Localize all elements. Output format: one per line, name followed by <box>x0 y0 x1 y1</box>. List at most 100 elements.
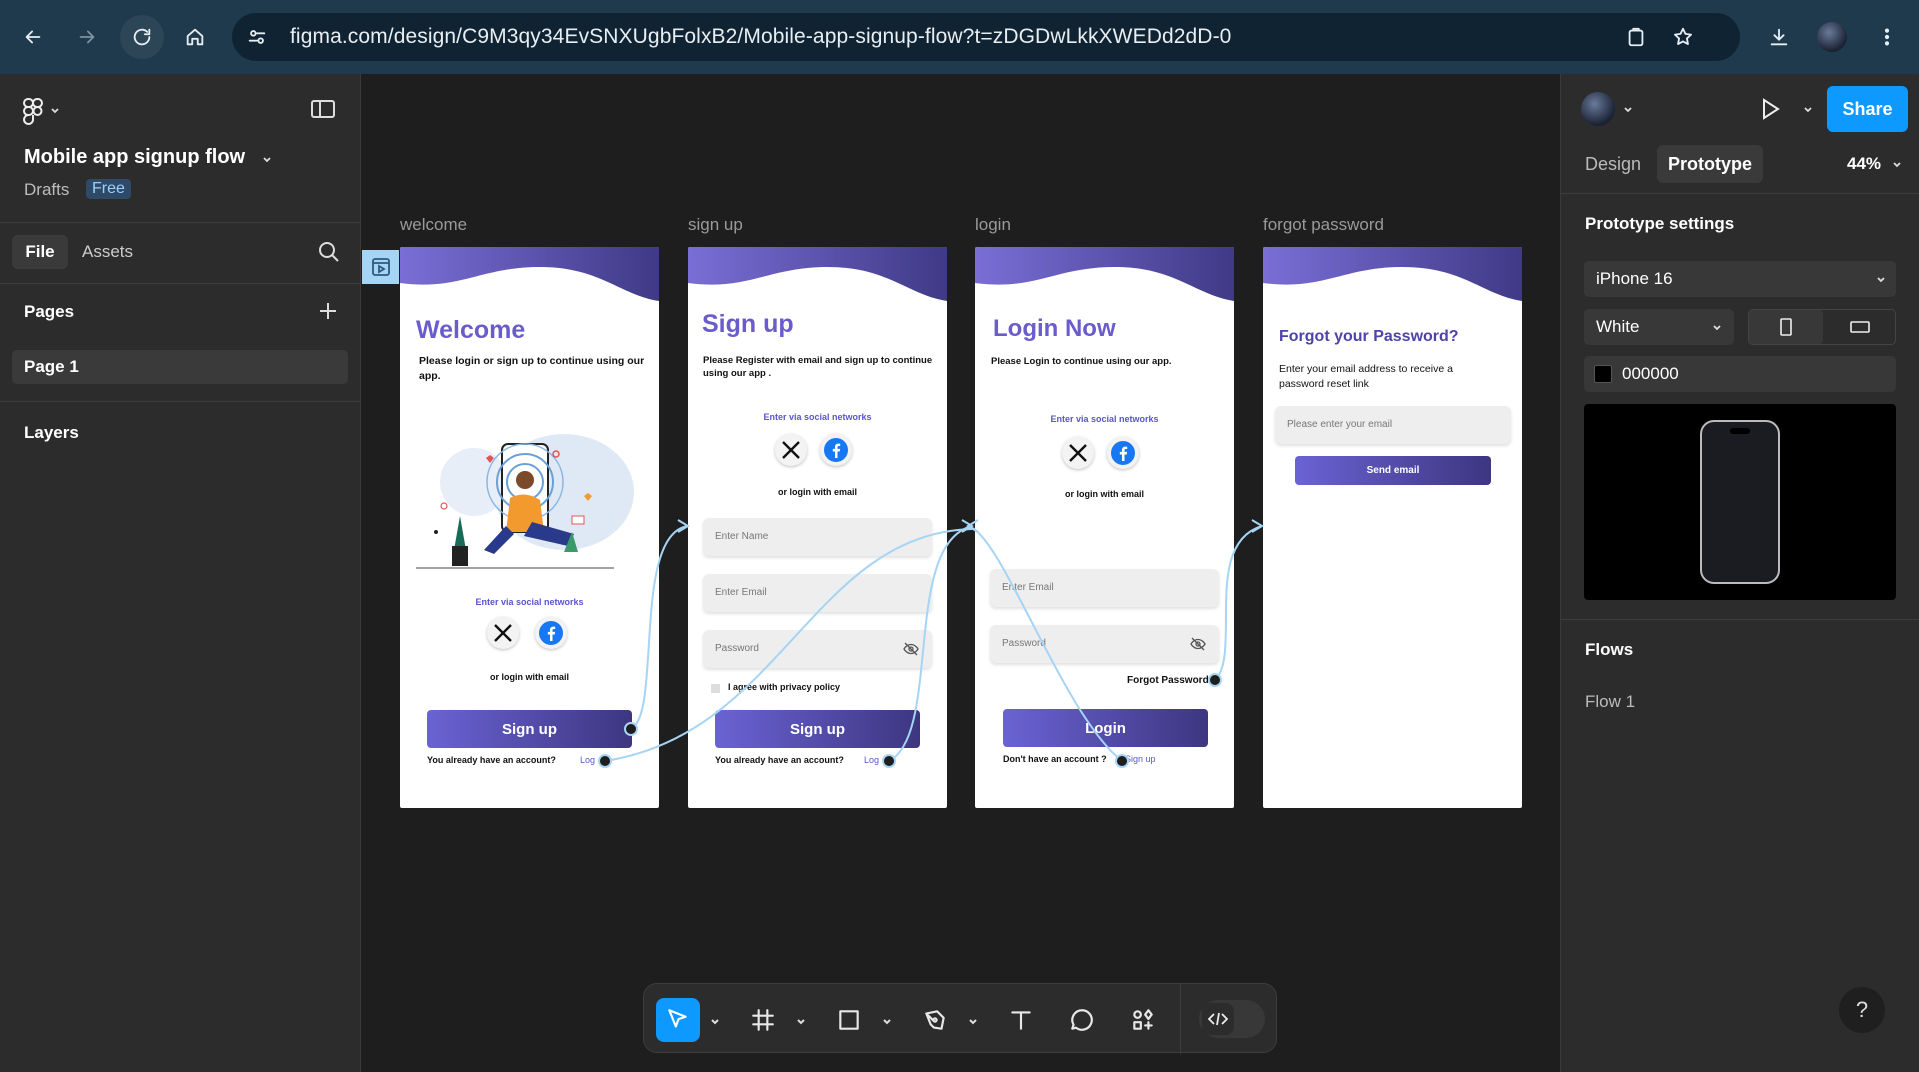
rectangle-tool-icon <box>839 1010 859 1030</box>
tab-prototype[interactable]: Prototype <box>1657 145 1763 183</box>
play-icon <box>1763 98 1780 120</box>
reload-icon <box>133 28 151 46</box>
share-button[interactable]: Share <box>1827 86 1908 132</box>
frame-tool-icon <box>752 1009 774 1031</box>
clipboard-icon <box>1628 27 1644 47</box>
help-button[interactable]: ? <box>1839 987 1885 1033</box>
connector-signup-login <box>888 525 973 762</box>
chevron-down-icon[interactable] <box>710 1014 720 1025</box>
reload-button[interactable] <box>120 15 164 59</box>
orientation-toggle <box>1748 309 1896 345</box>
chevron-down-icon[interactable] <box>796 1014 806 1025</box>
pen-tool-button[interactable] <box>913 998 957 1042</box>
components-button[interactable] <box>1121 998 1165 1042</box>
main-menu-button[interactable] <box>22 96 72 126</box>
device-select[interactable]: iPhone 16 <box>1584 261 1896 297</box>
text-tool-icon <box>1011 1011 1031 1030</box>
device-color-select[interactable]: White <box>1584 309 1734 345</box>
flows-heading: Flows <box>1585 640 1634 659</box>
bookmark-button[interactable] <box>1666 20 1700 54</box>
plus-icon <box>320 303 336 319</box>
connector-login-signup <box>967 525 1123 762</box>
move-tool-icon <box>668 1009 687 1028</box>
divider <box>1561 619 1919 620</box>
dev-mode-toggle[interactable] <box>1199 1000 1265 1038</box>
download-button[interactable] <box>1762 20 1796 54</box>
browser-menu-button[interactable] <box>1870 20 1904 54</box>
color-swatch[interactable] <box>1594 365 1612 383</box>
chevron-down-icon[interactable] <box>1803 105 1813 115</box>
connector-handle <box>598 754 612 768</box>
sidebar-toggle-button[interactable] <box>310 98 338 122</box>
pages-heading: Pages <box>24 302 75 321</box>
sidebar-toggle-icon <box>311 100 335 118</box>
connector-handle <box>624 722 638 736</box>
chevron-down-icon[interactable] <box>882 1014 892 1025</box>
background-color-field[interactable]: 000000 <box>1584 356 1896 392</box>
figma-logo-icon <box>23 98 43 125</box>
site-settings-button[interactable] <box>240 20 274 54</box>
connector-handle <box>1115 754 1129 768</box>
device-value: iPhone 16 <box>1596 269 1673 288</box>
search-button[interactable] <box>317 240 341 269</box>
forward-arrow-icon <box>79 30 95 44</box>
url-text[interactable]: figma.com/design/C9M3qy34EvSNXUgbFolxB2/… <box>290 25 1231 49</box>
back-button[interactable] <box>16 20 50 54</box>
layers-heading: Layers <box>24 423 79 442</box>
kebab-menu-icon <box>1884 28 1890 46</box>
flow-item[interactable]: Flow 1 <box>1585 692 1635 712</box>
chevron-down-icon[interactable] <box>968 1014 978 1025</box>
browser-toolbar: figma.com/design/C9M3qy34EvSNXUgbFolxB2/… <box>0 0 1919 74</box>
dynamic-island <box>1730 428 1750 434</box>
chevron-down-icon[interactable] <box>262 155 272 165</box>
comment-tool-button[interactable] <box>1060 998 1104 1042</box>
download-icon <box>1770 28 1788 46</box>
background-hex[interactable]: 000000 <box>1622 364 1679 384</box>
chevron-down-icon <box>1877 277 1885 283</box>
star-icon <box>1674 27 1692 45</box>
connector-welcome-login <box>604 528 973 762</box>
prototype-connections <box>598 519 1264 768</box>
connector-login-forgot <box>1214 525 1263 681</box>
home-button[interactable] <box>178 20 212 54</box>
chevron-down-icon <box>1713 325 1721 331</box>
file-location[interactable]: Drafts <box>24 180 69 200</box>
divider <box>1180 984 1181 1054</box>
prototype-settings-heading: Prototype settings <box>1585 214 1735 233</box>
components-icon <box>1133 1009 1153 1030</box>
move-tool-button[interactable] <box>656 998 700 1042</box>
chevron-down-icon[interactable] <box>1892 160 1902 170</box>
frame-tool-button[interactable] <box>741 998 785 1042</box>
clipboard-button[interactable] <box>1619 20 1653 54</box>
bottom-toolbar <box>643 983 1277 1054</box>
left-panel: Mobile app signup flow Drafts Free File … <box>0 74 361 1072</box>
site-settings-icon <box>248 30 266 44</box>
plan-badge: Free <box>86 179 131 199</box>
address-bar[interactable]: figma.com/design/C9M3qy34EvSNXUgbFolxB2/… <box>232 13 1740 61</box>
tab-assets[interactable]: Assets <box>82 242 133 262</box>
device-color-value: White <box>1596 317 1640 336</box>
forward-button[interactable] <box>70 20 104 54</box>
portrait-icon <box>1780 318 1792 336</box>
tab-file[interactable]: File <box>12 235 68 269</box>
divider <box>0 401 361 402</box>
chevron-down-icon <box>51 108 59 114</box>
portrait-button[interactable] <box>1749 310 1823 344</box>
comment-tool-icon <box>1071 1009 1093 1031</box>
file-name[interactable]: Mobile app signup flow <box>24 146 245 169</box>
tab-design[interactable]: Design <box>1585 154 1641 175</box>
landscape-button[interactable] <box>1823 310 1897 344</box>
page-item[interactable]: Page 1 <box>12 350 348 384</box>
home-icon <box>186 28 204 46</box>
profile-avatar[interactable] <box>1817 22 1847 52</box>
rectangle-tool-button[interactable] <box>827 998 871 1042</box>
present-button[interactable] <box>1757 96 1783 127</box>
connector-welcome-signup <box>630 525 689 730</box>
landscape-icon <box>1850 321 1870 333</box>
divider <box>0 283 361 284</box>
text-tool-button[interactable] <box>999 998 1043 1042</box>
zoom-level[interactable]: 44% <box>1847 154 1881 174</box>
user-avatar[interactable] <box>1581 92 1615 126</box>
chevron-down-icon[interactable] <box>1623 105 1633 115</box>
add-page-button[interactable] <box>317 300 339 327</box>
